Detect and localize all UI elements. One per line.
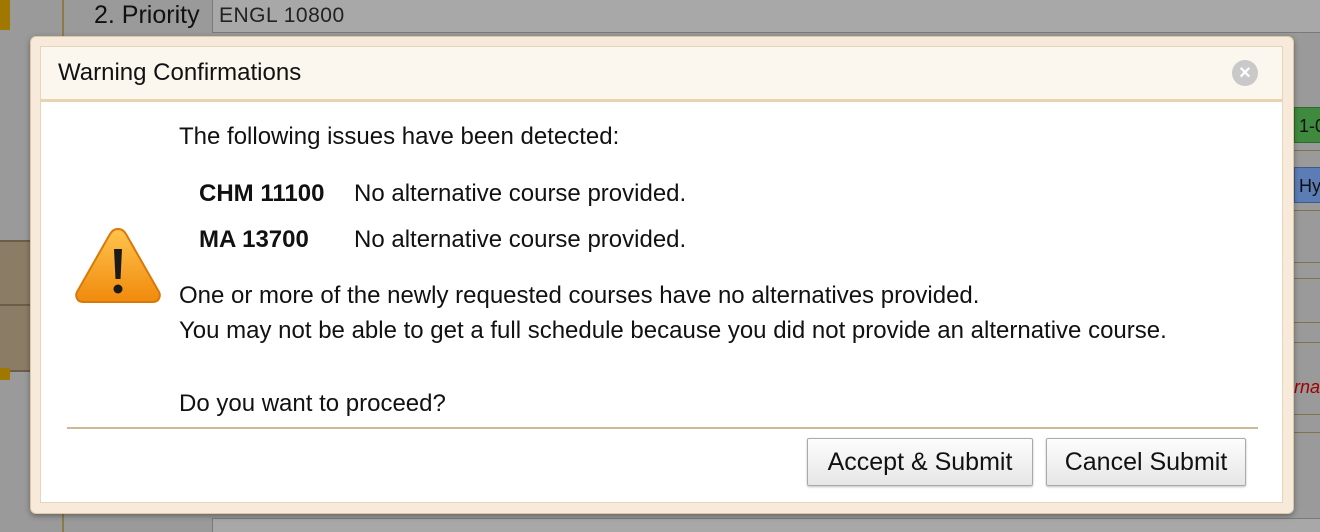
detail-line: You may not be able to get a full schedu… [179, 317, 1167, 344]
close-icon[interactable]: × [1232, 60, 1258, 86]
alternate-note: rna [1294, 377, 1320, 397]
issue-message: No alternative course provided. [354, 180, 687, 207]
issue-course-code: CHM 11100 [199, 180, 325, 207]
detail-line: One or more of the newly requested cours… [179, 282, 980, 309]
row-divider [1294, 262, 1320, 263]
row-divider [1294, 210, 1320, 211]
row-divider [1294, 414, 1320, 415]
issue-message: No alternative course provided. [354, 226, 687, 253]
next-row-input[interactable] [212, 518, 1320, 532]
dialog-header: Warning Confirmations × [41, 47, 1282, 102]
schedule-tag-blue: Hyb [1294, 167, 1320, 203]
left-accent-bar [0, 0, 10, 30]
row-divider [1294, 150, 1320, 151]
dialog-content: Warning Confirmations × The following is… [40, 46, 1283, 503]
intro-text: The following issues have been detected: [179, 123, 620, 150]
priority-label: 2. Priority [94, 1, 200, 29]
footer-divider [67, 427, 1258, 429]
cancel-submit-button[interactable]: Cancel Submit [1046, 438, 1246, 486]
vertical-divider [62, 0, 64, 36]
priority-course-input[interactable]: ENGL 10800 [212, 0, 1320, 33]
dialog-title: Warning Confirmations [58, 59, 302, 86]
schedule-tag-green: 1-0 [1294, 107, 1320, 143]
row-divider [1294, 322, 1320, 323]
accept-submit-button[interactable]: Accept & Submit [807, 438, 1033, 486]
warning-dialog: Warning Confirmations × The following is… [30, 36, 1294, 514]
row-divider [1294, 432, 1320, 433]
warning-triangle-icon [75, 227, 161, 303]
left-rail-item [0, 240, 32, 306]
row-divider [1294, 342, 1320, 343]
left-rail-item [0, 304, 32, 372]
issue-course-code: MA 13700 [199, 226, 309, 253]
row-divider [1294, 278, 1320, 279]
vertical-divider [62, 512, 64, 532]
left-accent-bar [0, 368, 10, 380]
proceed-question: Do you want to proceed? [179, 390, 446, 417]
